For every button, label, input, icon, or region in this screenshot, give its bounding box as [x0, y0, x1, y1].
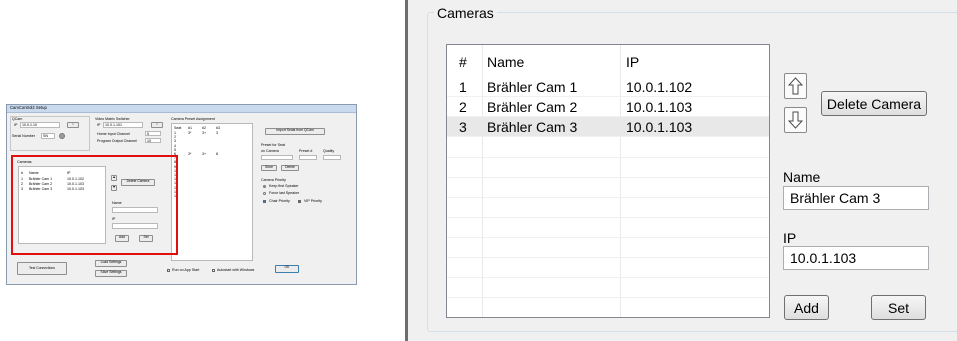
col-header-name[interactable]: Name — [487, 54, 524, 70]
list-item-selected[interactable]: 3 Brähler Cam 3 10.0.1.103 — [447, 117, 769, 137]
preset-col-header: #2 — [202, 126, 206, 130]
delete-preset-button[interactable]: Delete — [281, 165, 299, 171]
vms-search-button[interactable]: ⌕ — [151, 122, 163, 128]
test-connections-button[interactable]: Test Connections — [17, 262, 67, 275]
preset-select[interactable] — [299, 155, 317, 160]
arrow-down-icon — [788, 111, 803, 129]
home-input-label: Home Input Channel — [97, 132, 130, 136]
qcam-label: QCam — [12, 117, 23, 121]
qcam-ip-input[interactable]: 10.0.1.10 — [20, 122, 60, 128]
status-led-icon — [59, 133, 65, 139]
list-item[interactable]: 1 Brähler Cam 1 10.0.1.102 — [447, 77, 769, 97]
row-name: Brähler Cam 3 — [487, 119, 578, 135]
preset-table-cell: 3* — [188, 152, 192, 156]
ip-label: IP — [783, 230, 797, 246]
run-on-start-checkbox[interactable] — [167, 269, 170, 272]
row-ip: 10.0.1.103 — [626, 99, 693, 115]
empty-row-line — [447, 317, 769, 318]
autostart-checkbox[interactable] — [212, 269, 215, 272]
ok-button[interactable]: OK — [275, 265, 299, 273]
force-last-label: Force last Speaker — [269, 191, 300, 195]
serial-label: Serial Number — [12, 134, 35, 138]
preset-col-header: Seat — [174, 126, 182, 130]
force-last-radio[interactable] — [263, 192, 266, 195]
window-title: CamControl2 Setup — [7, 105, 356, 113]
row-ip: 10.0.1.103 — [626, 119, 693, 135]
vms-ip-label: IP — [97, 123, 101, 127]
save-settings-button[interactable]: Save Settings — [95, 270, 127, 277]
on-camera-label: on Camera — [261, 149, 279, 153]
preset-col-header: #1 — [188, 126, 192, 130]
highlight-frame — [11, 155, 178, 255]
home-input-field[interactable]: 5 — [145, 131, 161, 136]
preset-for-seat-label: Preset for Seat — [261, 143, 285, 147]
chair-priority-checkbox[interactable] — [263, 200, 266, 203]
quality-label: Quality — [323, 149, 335, 153]
preset-table-cell: 3* — [188, 131, 192, 135]
empty-row-line — [447, 197, 769, 198]
vip-priority-checkbox[interactable] — [298, 200, 301, 203]
cameras-group-title: Cameras — [434, 5, 497, 21]
move-up-button[interactable] — [784, 73, 807, 99]
preset-table-cell: 3 — [216, 131, 218, 135]
move-down-button[interactable] — [784, 107, 807, 133]
program-output-label: Program Output Channel — [97, 139, 137, 143]
preset-table-cell: 8 — [216, 152, 218, 156]
search-icon: ⌕ — [156, 122, 158, 126]
preset-table-cell: 3+ — [202, 131, 207, 135]
keep-first-label: Keep first Speaker — [269, 184, 299, 188]
camera-priority-label: Camera Priority — [261, 178, 286, 182]
preset-col-header: #3 — [216, 126, 220, 130]
store-button[interactable]: Store — [261, 165, 277, 171]
setup-window-thumbnail: CamControl2 Setup QCam IP 10.0.1.10 ⌕ Se… — [6, 104, 357, 285]
col-header-ip[interactable]: IP — [626, 54, 639, 70]
preset-assignment-label: Camera Preset Assignment — [171, 117, 215, 121]
preset-assignment-table[interactable]: Seat #1 #2 #3 1 3* 3+ 3 2 3 4 5 6 3* 3+ 8 7 8 9 10 11 12 13 14 1… — [171, 123, 253, 261]
set-button[interactable]: Set — [871, 295, 926, 320]
empty-row-line — [447, 277, 769, 278]
list-header: # Name IP — [447, 45, 769, 73]
preset-number-label: Preset # — [299, 149, 313, 153]
empty-row-line — [447, 217, 769, 218]
empty-row-line — [447, 237, 769, 238]
row-num: 3 — [459, 119, 467, 135]
ip-input[interactable] — [783, 246, 929, 270]
program-output-field[interactable]: 10 — [145, 138, 161, 143]
row-num: 2 — [459, 99, 467, 115]
video-switcher-label: Video Matrix Switcher — [95, 117, 130, 121]
keep-first-radio[interactable] — [263, 185, 266, 188]
list-item[interactable]: 2 Brähler Cam 2 10.0.1.103 — [447, 97, 769, 117]
chair-priority-label: Chair Priority — [269, 199, 290, 203]
vms-ip-input[interactable]: 10.0.1.101 — [103, 122, 143, 128]
autostart-label: Autostart with Windows — [217, 268, 255, 272]
quality-select[interactable] — [323, 155, 341, 160]
run-on-start-label: Run on App Start — [172, 268, 200, 272]
search-icon: ⌕ — [72, 122, 74, 126]
row-ip: 10.0.1.102 — [626, 79, 693, 95]
empty-row-line — [447, 177, 769, 178]
serial-select[interactable]: SN — [41, 133, 55, 139]
delete-camera-button[interactable]: Delete Camera — [821, 91, 927, 116]
row-num: 1 — [459, 79, 467, 95]
row-name: Brähler Cam 1 — [487, 79, 578, 95]
qcam-ip-label: IP — [14, 123, 18, 127]
camera-select[interactable] — [261, 155, 293, 160]
vip-priority-label: VIP Priority — [304, 199, 322, 203]
cameras-list[interactable]: # Name IP 1 Brähler Cam 1 10.0.1.102 2 B… — [446, 44, 770, 318]
load-settings-button[interactable]: Load Settings — [95, 260, 127, 267]
empty-row-line — [447, 297, 769, 298]
empty-row-line — [447, 157, 769, 158]
cameras-panel: Cameras # Name IP 1 Brähler Cam 1 10.0.1… — [408, 0, 957, 341]
qcam-search-button[interactable]: ⌕ — [67, 122, 79, 128]
row-name: Brähler Cam 2 — [487, 99, 578, 115]
import-seats-button[interactable]: Import Seats from QCam — [265, 128, 325, 135]
name-label: Name — [783, 169, 821, 185]
name-input[interactable] — [783, 186, 929, 210]
empty-row-line — [447, 257, 769, 258]
col-header-num[interactable]: # — [459, 54, 467, 70]
arrow-up-icon — [788, 77, 803, 95]
add-button[interactable]: Add — [784, 295, 829, 320]
preset-table-cell: 3+ — [202, 152, 207, 156]
